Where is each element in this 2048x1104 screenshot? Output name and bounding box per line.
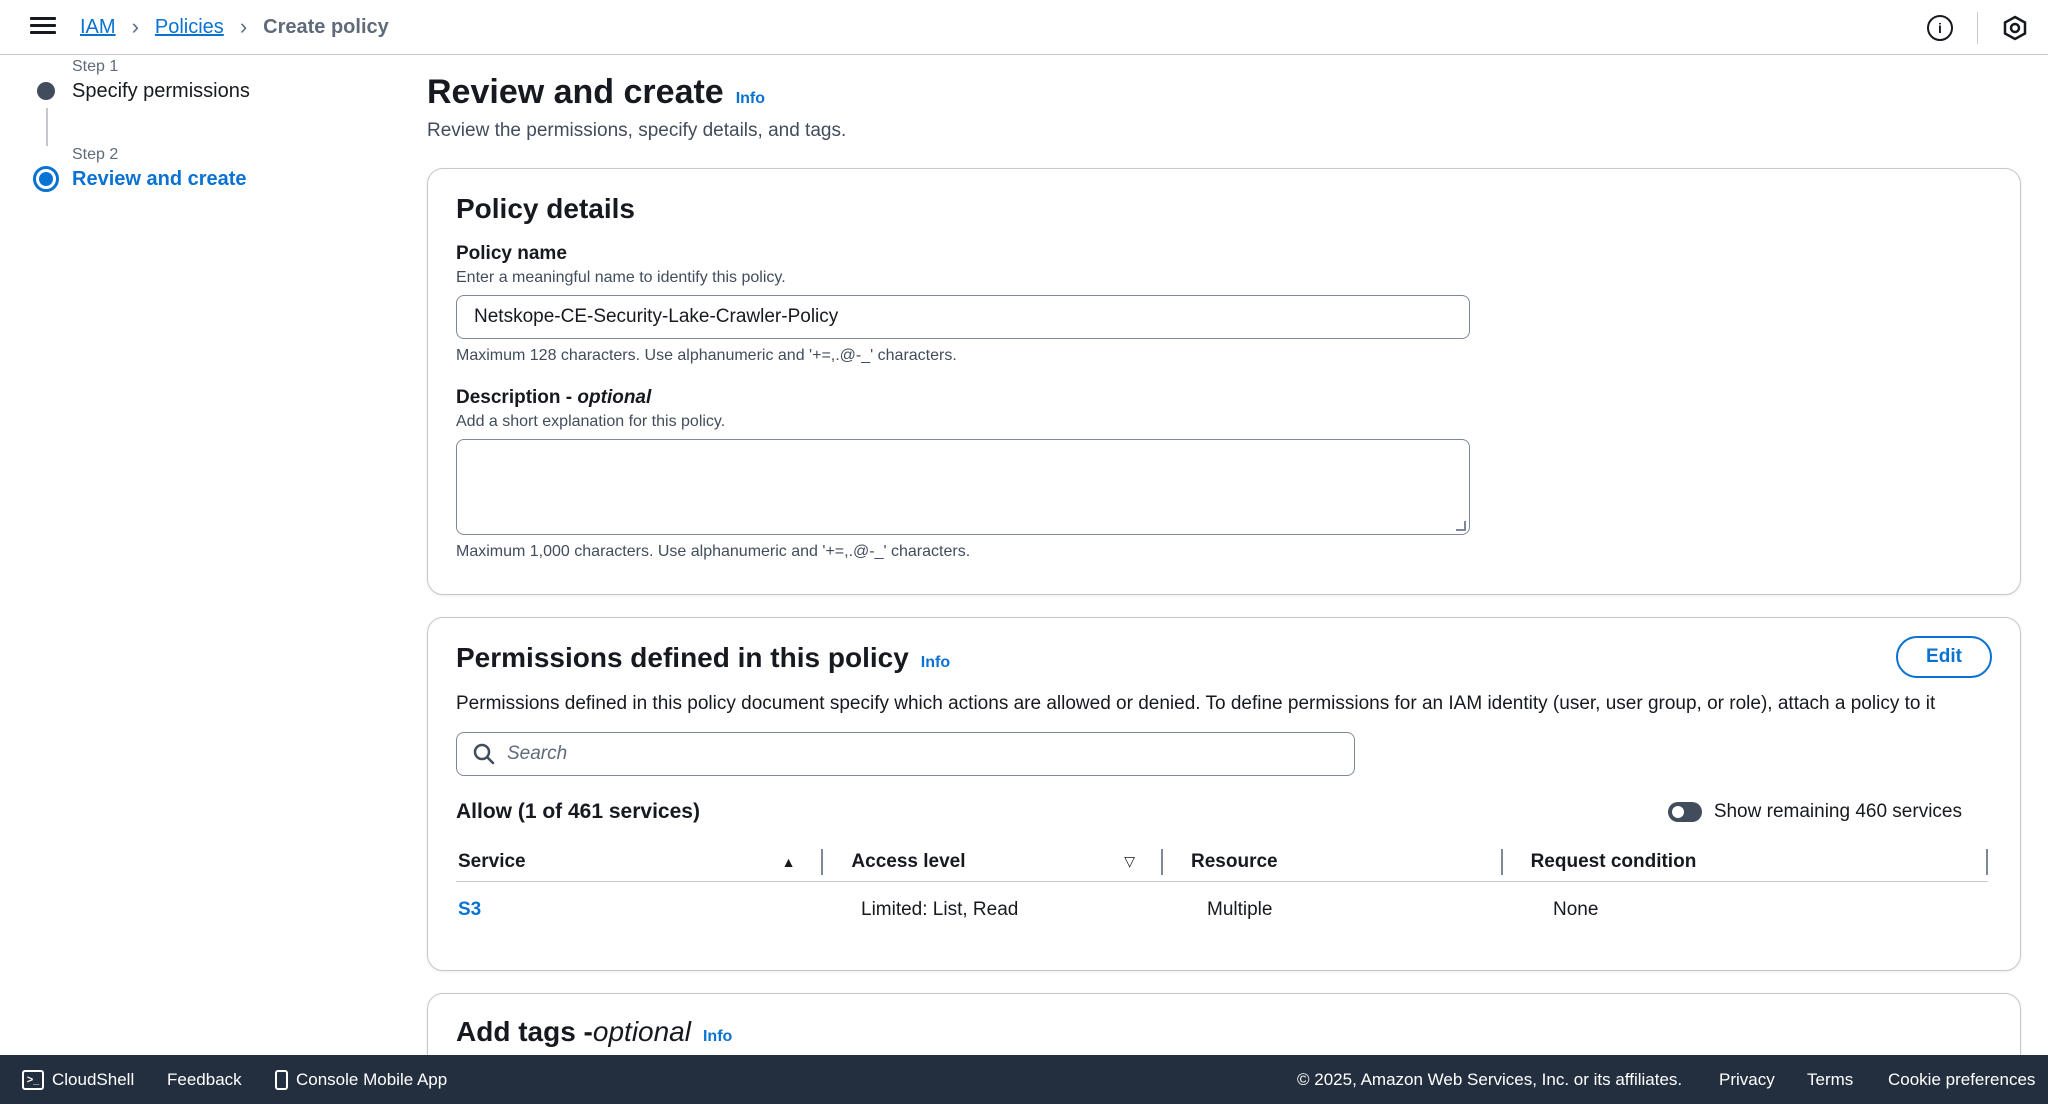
copyright-text: © 2025, Amazon Web Services, Inc. or its…	[1297, 1069, 1683, 1089]
policy-name-constraint: Maximum 128 characters. Use alphanumeric…	[456, 347, 957, 364]
search-input[interactable]: Search	[456, 732, 1355, 776]
mobile-phone-icon	[275, 1069, 288, 1090]
info-icon[interactable]: i	[1927, 15, 1953, 41]
add-tags-title: Add tags - optional Info	[456, 1016, 1992, 1048]
privacy-link[interactable]: Privacy	[1719, 1070, 1775, 1090]
column-resource[interactable]: Resource	[1163, 848, 1503, 875]
footer: >_ CloudShell Feedback Console Mobile Ap…	[0, 1055, 2048, 1104]
step-1[interactable]: Specify permissions	[32, 76, 372, 106]
mobile-app-link[interactable]: Console Mobile App	[275, 1069, 448, 1090]
column-request-condition[interactable]: Request condition	[1503, 848, 1988, 875]
permissions-info-link[interactable]: Info	[921, 654, 950, 672]
permissions-title: Permissions defined in this policy Info	[456, 642, 1992, 674]
permissions-title-text: Permissions defined in this policy	[456, 642, 909, 673]
column-divider[interactable]	[1986, 848, 1988, 875]
access-cell: Limited: List, Read	[861, 899, 1019, 920]
terminal-icon: >_	[22, 1069, 44, 1090]
settings-hexagon-icon[interactable]	[2002, 15, 2028, 41]
policy-name-label: Policy name	[456, 243, 567, 264]
step-2-label: Step 2	[72, 146, 119, 163]
step-active-icon	[33, 166, 59, 192]
menu-icon[interactable]	[30, 14, 56, 38]
allow-title: Allow (1 of 461 services)	[456, 800, 700, 823]
permissions-table: Service ▲ Access level ▽ Resource Reques…	[456, 842, 1988, 938]
step-1-label: Step 1	[72, 58, 119, 75]
resize-handle[interactable]	[1456, 521, 1466, 531]
sort-ascending-icon[interactable]: ▲	[782, 854, 796, 870]
column-access-level[interactable]: Access level ▽	[823, 848, 1163, 875]
policy-name-input[interactable]: Netskope-CE-Security-Lake-Crawler-Policy	[456, 295, 1470, 339]
mobile-app-label: Console Mobile App	[296, 1069, 448, 1089]
description-optional: optional	[577, 387, 652, 408]
step-2: Review and create	[32, 164, 372, 194]
cloudshell-button[interactable]: >_ CloudShell	[22, 1069, 135, 1090]
step-2-name: Review and create	[72, 167, 247, 190]
cloudshell-label: CloudShell	[52, 1069, 135, 1089]
step-1-name[interactable]: Specify permissions	[72, 80, 250, 103]
service-cell: S3	[456, 899, 831, 921]
description-label: Description - optional	[456, 387, 1992, 409]
cookie-preferences-link[interactable]: Cookie preferences	[1888, 1070, 2035, 1090]
add-tags-info-link[interactable]: Info	[703, 1028, 732, 1046]
allow-header: Allow (1 of 461 services) Show remaining…	[456, 800, 1992, 824]
description-label-text: Description -	[456, 387, 578, 408]
step-complete-icon	[37, 82, 55, 100]
page-title: Review and create Info	[427, 73, 2021, 112]
search-placeholder: Search	[507, 743, 568, 764]
main-content: Review and create Info Review the permis…	[427, 55, 2021, 1104]
column-resource-label: Resource	[1191, 850, 1278, 872]
policy-name-value: Netskope-CE-Security-Lake-Crawler-Policy	[474, 306, 839, 327]
edit-button[interactable]: Edit	[1896, 636, 1992, 678]
policy-details-card: Policy details Policy name Enter a meani…	[427, 168, 2021, 595]
column-condition-label: Request condition	[1530, 850, 1697, 872]
resource-cell: Multiple	[1207, 899, 1273, 920]
page-title-text: Review and create	[427, 73, 724, 111]
step-connector	[46, 108, 48, 146]
toggle-switch[interactable]	[1667, 802, 1702, 822]
description-textarea[interactable]	[456, 439, 1470, 535]
page-description: Review the permissions, specify details,…	[427, 120, 847, 141]
add-tags-optional: optional	[592, 1016, 691, 1047]
table-header: Service ▲ Access level ▽ Resource Reques…	[456, 842, 1988, 882]
condition-cell: None	[1553, 899, 1599, 920]
add-tags-title-text: Add tags -	[456, 1016, 593, 1047]
feedback-link[interactable]: Feedback	[167, 1070, 242, 1090]
chevron-right-icon: ›	[131, 14, 139, 39]
search-icon	[473, 743, 495, 765]
column-service[interactable]: Service ▲	[456, 848, 824, 875]
chevron-right-icon: ›	[239, 14, 248, 39]
top-icons: i	[1927, 12, 2028, 44]
divider	[1977, 12, 1978, 44]
description-constraint: Maximum 1,000 characters. Use alphanumer…	[456, 543, 971, 560]
policy-details-title: Policy details	[456, 193, 635, 224]
column-access-label: Access level	[851, 850, 966, 872]
toggle-label: Show remaining 460 services	[1713, 801, 1962, 822]
breadcrumb-iam-link[interactable]: IAM	[80, 16, 116, 39]
terms-link[interactable]: Terms	[1807, 1070, 1853, 1090]
service-s3-link[interactable]: S3	[458, 899, 481, 920]
breadcrumb: IAM › Policies › Create policy	[80, 13, 389, 41]
page-info-link[interactable]: Info	[736, 90, 765, 108]
description-hint: Add a short explanation for this policy.	[456, 413, 726, 430]
breadcrumb-current: Create policy	[263, 15, 389, 38]
permissions-card: Permissions defined in this policy Info …	[427, 617, 2021, 971]
top-navigation-bar: IAM › Policies › Create policy i	[0, 0, 2048, 55]
permissions-description: Permissions defined in this policy docum…	[456, 693, 1936, 714]
show-remaining-toggle[interactable]: Show remaining 460 services	[1667, 801, 1962, 823]
column-service-label: Service	[458, 850, 526, 872]
policy-name-description: Enter a meaningful name to identify this…	[456, 269, 786, 286]
sort-descending-icon[interactable]: ▽	[1124, 853, 1135, 870]
breadcrumb-policies-link[interactable]: Policies	[155, 16, 224, 39]
table-row: S3 Limited: List, Read Multiple None	[456, 882, 1988, 938]
wizard-steps: Step 1 Specify permissions Step 2 Review…	[32, 58, 372, 194]
